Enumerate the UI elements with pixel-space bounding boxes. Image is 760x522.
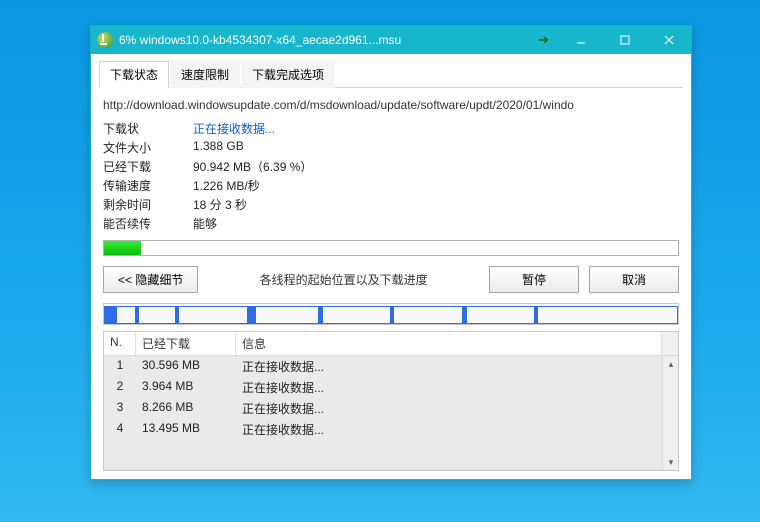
cell-downloaded: 3.964 MB (136, 377, 236, 398)
download-dialog: 6% windows10.0-kb4534307-x64_aecae2d961.… (90, 25, 692, 480)
table-row[interactable]: 38.266 MB正在接收数据... (104, 398, 678, 419)
thread-progress (104, 307, 117, 323)
value-state: 正在接收数据... (193, 120, 679, 137)
tab-bar: 下载状态 速度限制 下载完成选项 (99, 60, 683, 88)
label-state: 下载状 (103, 120, 193, 137)
table-header: N. 已经下载 信息 (104, 332, 678, 356)
tab-status[interactable]: 下载状态 (99, 61, 169, 88)
client-area: 下载状态 速度限制 下载完成选项 http://download.windows… (91, 54, 691, 479)
thread-caption: 各线程的起始位置以及下载进度 (208, 271, 479, 288)
thread-progress (391, 307, 394, 323)
thread-progress (248, 307, 256, 323)
cell-downloaded: 30.596 MB (136, 356, 236, 377)
label-speed: 传输速度 (103, 177, 193, 194)
col-n[interactable]: N. (104, 332, 136, 355)
thread-span (136, 306, 176, 324)
maximize-button[interactable] (603, 26, 647, 54)
thread-span (248, 306, 320, 324)
col-downloaded[interactable]: 已经下载 (136, 332, 236, 355)
label-size: 文件大小 (103, 139, 193, 156)
cell-n: 4 (104, 419, 136, 440)
minimize-button[interactable] (559, 26, 603, 54)
label-remaining: 剩余时间 (103, 196, 193, 213)
thread-progress (535, 307, 538, 323)
titlebar[interactable]: 6% windows10.0-kb4534307-x64_aecae2d961.… (91, 26, 691, 54)
cell-downloaded: 13.495 MB (136, 419, 236, 440)
arrow-icon: ➔ (538, 32, 549, 48)
scroll-up-icon[interactable]: ▴ (663, 356, 678, 372)
thread-progress (463, 307, 468, 323)
table-row[interactable]: 130.596 MB正在接收数据... (104, 356, 678, 377)
col-info[interactable]: 信息 (236, 332, 662, 355)
window-controls (559, 26, 691, 54)
value-resume: 能够 (193, 215, 679, 232)
cell-n: 2 (104, 377, 136, 398)
close-button[interactable] (647, 26, 691, 54)
cell-info: 正在接收数据... (236, 377, 662, 398)
cell-info: 正在接收数据... (236, 419, 662, 440)
cancel-button[interactable]: 取消 (589, 266, 679, 293)
pause-button[interactable]: 暂停 (489, 266, 579, 293)
scrollbar[interactable]: ▴ ▾ (662, 356, 678, 470)
thread-progress (136, 307, 139, 323)
download-url: http://download.windowsupdate.com/d/msdo… (99, 94, 683, 120)
cell-info: 正在接收数据... (236, 398, 662, 419)
tab-speed-limit[interactable]: 速度限制 (170, 61, 240, 88)
button-row: << 隐藏细节 各线程的起始位置以及下载进度 暂停 取消 (99, 264, 683, 303)
scroll-down-icon[interactable]: ▾ (663, 454, 678, 470)
thread-progress-chart (103, 303, 679, 325)
cell-info: 正在接收数据... (236, 356, 662, 377)
table-row[interactable]: 413.495 MB正在接收数据... (104, 419, 678, 440)
table-body: 130.596 MB正在接收数据...23.964 MB正在接收数据...38.… (104, 356, 678, 470)
progress-bar (103, 240, 679, 256)
window-title: 6% windows10.0-kb4534307-x64_aecae2d961.… (119, 33, 538, 47)
value-remaining: 18 分 3 秒 (193, 196, 679, 213)
thread-span (535, 306, 679, 324)
hide-details-button[interactable]: << 隐藏细节 (103, 266, 198, 293)
thread-table: N. 已经下载 信息 130.596 MB正在接收数据...23.964 MB正… (103, 331, 679, 471)
thread-span (176, 306, 248, 324)
value-size: 1.388 GB (193, 139, 679, 156)
thread-span (391, 306, 463, 324)
value-downloaded: 90.942 MB（6.39 %） (193, 158, 679, 175)
cell-n: 3 (104, 398, 136, 419)
thread-progress (176, 307, 179, 323)
cell-n: 1 (104, 356, 136, 377)
thread-progress (319, 307, 323, 323)
label-resume: 能否续传 (103, 215, 193, 232)
table-row[interactable]: 23.964 MB正在接收数据... (104, 377, 678, 398)
thread-span (463, 306, 535, 324)
info-panel: 下载状 正在接收数据... 文件大小 1.388 GB 已经下载 90.942 … (99, 120, 683, 232)
app-icon (97, 32, 113, 48)
tab-on-complete[interactable]: 下载完成选项 (241, 61, 335, 88)
col-scroll-gutter (662, 332, 678, 355)
value-speed: 1.226 MB/秒 (193, 177, 679, 194)
thread-span (319, 306, 391, 324)
cell-downloaded: 8.266 MB (136, 398, 236, 419)
label-downloaded: 已经下载 (103, 158, 193, 175)
progress-fill (104, 241, 141, 255)
